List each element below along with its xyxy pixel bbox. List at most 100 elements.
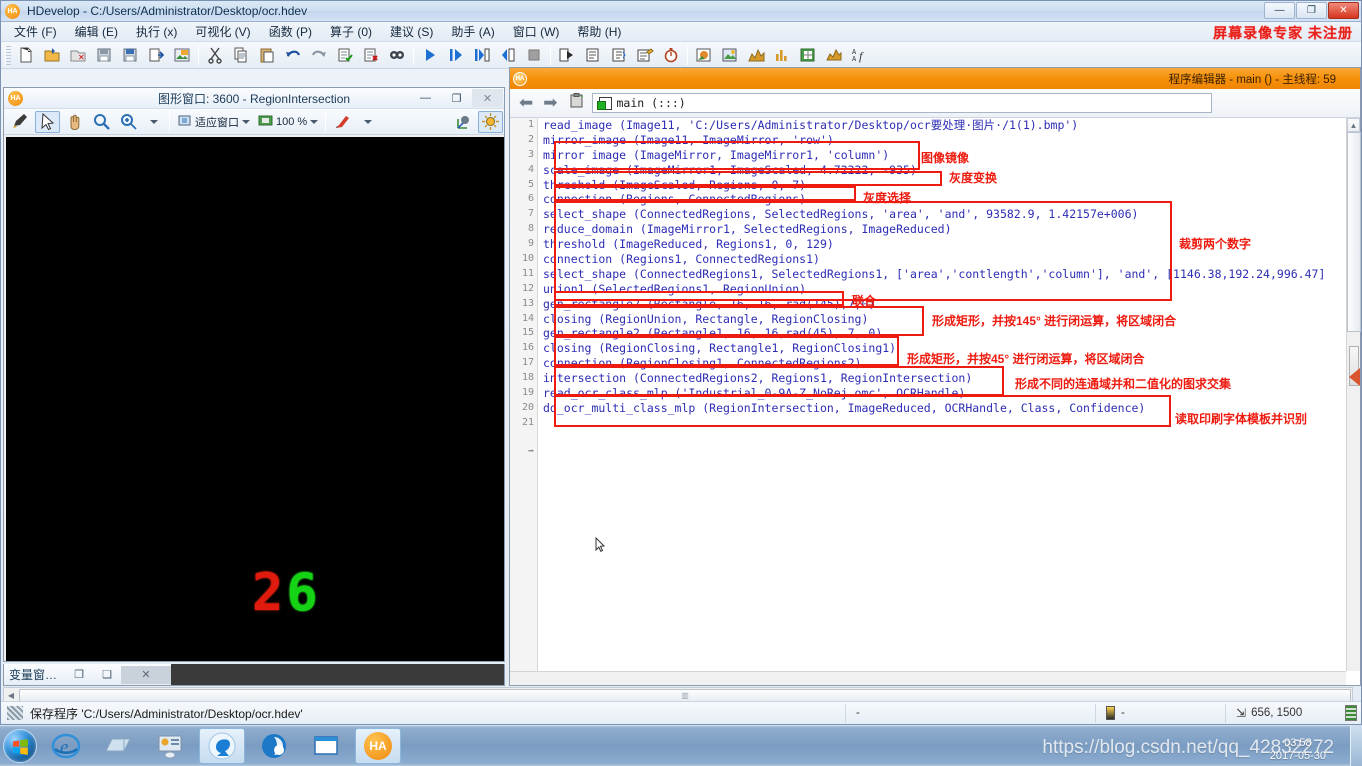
hscroll-left-arrow-icon[interactable]: ◀ xyxy=(4,688,18,702)
step-over-icon[interactable] xyxy=(470,44,494,67)
code-lines[interactable]: read_image (Image11, 'C:/Users/Administr… xyxy=(539,118,1346,671)
editor-scroll-thumb[interactable] xyxy=(1347,132,1361,332)
3d-axis-icon[interactable] xyxy=(451,111,476,133)
magnifier-plus-icon[interactable] xyxy=(116,111,141,133)
window-app-icon[interactable] xyxy=(303,728,349,764)
code-line[interactable]: select_shape (ConnectedRegions1, Selecte… xyxy=(539,267,1346,282)
feature-histogram-icon[interactable] xyxy=(770,44,794,67)
copy-icon[interactable] xyxy=(229,44,253,67)
procedure-icon[interactable] xyxy=(607,44,631,67)
menu-execute[interactable]: 执行 (x) xyxy=(127,21,186,42)
zoom-level-caret-icon[interactable] xyxy=(310,119,319,124)
graphics-minimize-button[interactable]: — xyxy=(410,89,441,107)
code-area[interactable]: 1 2 3 4 5 6 7 8 9 10 11 12 13 14 15 16 1 xyxy=(510,118,1346,671)
forward-arrow-icon[interactable]: ➡ xyxy=(540,93,560,113)
show-desktop-button[interactable] xyxy=(1350,725,1362,766)
uncomment-icon[interactable] xyxy=(359,44,383,67)
paint-color-caret-icon[interactable] xyxy=(357,111,379,133)
variable-window-maximize-button[interactable]: ❑ xyxy=(93,666,121,684)
back-arrow-icon[interactable]: ⬅ xyxy=(516,93,536,113)
clipboard-icon[interactable] xyxy=(565,92,588,114)
ocr-assistant-icon[interactable]: AAf xyxy=(848,44,872,67)
menu-assistants[interactable]: 助手 (A) xyxy=(442,21,503,42)
run-icon[interactable] xyxy=(418,44,442,67)
code-line[interactable]: read_image (Image11, 'C:/Users/Administr… xyxy=(539,118,1346,133)
code-line[interactable]: union1 (SelectedRegions1, RegionUnion) xyxy=(539,282,1346,297)
gray-histogram-icon[interactable] xyxy=(744,44,768,67)
zoom-level-combo[interactable]: 100 % xyxy=(256,111,320,132)
browser-app-icon[interactable] xyxy=(251,728,297,764)
recorder-app-icon[interactable] xyxy=(199,728,245,764)
zoom-dropdown-caret[interactable] xyxy=(143,111,165,133)
hand-pan-icon[interactable] xyxy=(62,111,87,133)
edit-procedure-icon[interactable] xyxy=(633,44,657,67)
menu-procedures[interactable]: 函数 (P) xyxy=(260,21,321,42)
graphics-close-button[interactable]: ✕ xyxy=(472,89,503,107)
draw-mode-icon[interactable] xyxy=(8,111,33,133)
minimize-button[interactable]: — xyxy=(1264,2,1295,19)
paste-icon[interactable] xyxy=(255,44,279,67)
menu-file[interactable]: 文件 (F) xyxy=(5,21,66,42)
menu-edit[interactable]: 编辑 (E) xyxy=(66,21,127,42)
insert-operator-icon[interactable] xyxy=(581,44,605,67)
editor-collapse-arrow-icon[interactable] xyxy=(1349,368,1360,386)
image-variables-icon[interactable] xyxy=(692,44,716,67)
menu-visualization[interactable]: 可视化 (V) xyxy=(186,21,259,42)
variable-window-restore-button[interactable]: ❐ xyxy=(65,666,93,684)
code-line[interactable]: connection (Regions1, ConnectedRegions1) xyxy=(539,252,1346,267)
variable-window-close-button[interactable]: ✕ xyxy=(121,665,172,684)
procedure-selector[interactable]: main (:::) xyxy=(591,93,1212,113)
redo-icon[interactable] xyxy=(307,44,331,67)
code-line[interactable]: threshold (ImageScaled, Regions, 0, 7) xyxy=(539,178,1346,193)
editor-vertical-scrollbar[interactable]: ▲ xyxy=(1346,118,1361,671)
stopwatch-icon[interactable] xyxy=(659,44,683,67)
toolbar-grip[interactable] xyxy=(5,45,11,65)
menu-window[interactable]: 窗口 (W) xyxy=(504,21,569,42)
paint-color-icon[interactable] xyxy=(330,111,355,133)
editor-scroll-up-button[interactable]: ▲ xyxy=(1347,118,1360,132)
editor-horizontal-scrollbar[interactable] xyxy=(510,671,1346,685)
hscroll-thumb[interactable]: ▥ xyxy=(19,688,1351,702)
fit-window-combo[interactable]: 适应窗口 xyxy=(175,111,252,132)
step-into-icon[interactable] xyxy=(496,44,520,67)
code-line[interactable]: gen_rectangle2 (Rectangle, 16, 16, rad(1… xyxy=(539,297,1346,312)
close-program-icon[interactable]: ✕ xyxy=(66,44,90,67)
graphics-maximize-button[interactable]: ❐ xyxy=(441,89,472,107)
save-as-icon[interactable] xyxy=(118,44,142,67)
image-table-icon[interactable] xyxy=(796,44,820,67)
reset-icon[interactable] xyxy=(555,44,579,67)
undo-icon[interactable] xyxy=(281,44,305,67)
new-program-icon[interactable] xyxy=(14,44,38,67)
resize-grip-icon[interactable] xyxy=(1345,705,1357,721)
maximize-button[interactable]: ❐ xyxy=(1296,2,1327,19)
graphics-canvas[interactable]: 26 xyxy=(6,137,504,661)
code-line[interactable]: select_shape (ConnectedRegions, Selected… xyxy=(539,207,1346,222)
magnifier-icon[interactable] xyxy=(89,111,114,133)
pause-icon[interactable] xyxy=(444,44,468,67)
open-program-icon[interactable] xyxy=(40,44,64,67)
region-features-icon[interactable] xyxy=(822,44,846,67)
fit-window-caret-icon[interactable] xyxy=(242,119,250,124)
image-acquisition-icon[interactable] xyxy=(170,44,194,67)
code-line[interactable]: mirror_image (Image11, ImageMirror, 'row… xyxy=(539,133,1346,148)
windows-explorer-icon[interactable] xyxy=(95,728,141,764)
arrow-select-icon[interactable] xyxy=(35,110,60,133)
cut-icon[interactable] xyxy=(203,44,227,67)
hdevelop-app-icon[interactable]: HA xyxy=(355,728,401,764)
find-icon[interactable] xyxy=(385,44,409,67)
stop-icon[interactable] xyxy=(522,44,546,67)
export-icon[interactable] xyxy=(144,44,168,67)
close-button[interactable]: ✕ xyxy=(1328,2,1359,19)
lighting-icon[interactable] xyxy=(478,110,503,133)
graphics-window-icon[interactable] xyxy=(718,44,742,67)
menu-suggestions[interactable]: 建议 (S) xyxy=(381,21,442,42)
menu-help[interactable]: 帮助 (H) xyxy=(568,21,630,42)
control-panel-icon[interactable] xyxy=(147,728,193,764)
comment-icon[interactable] xyxy=(333,44,357,67)
code-line[interactable]: connection (Regions, ConnectedRegions) xyxy=(539,192,1346,207)
save-program-icon[interactable] xyxy=(92,44,116,67)
internet-explorer-icon[interactable]: e xyxy=(43,728,89,764)
taskbar-clock[interactable]: 03:58 2017-05-30 xyxy=(1270,737,1326,763)
menu-operators[interactable]: 算子 (0) xyxy=(321,21,381,42)
windows-start-icon[interactable] xyxy=(3,729,37,763)
